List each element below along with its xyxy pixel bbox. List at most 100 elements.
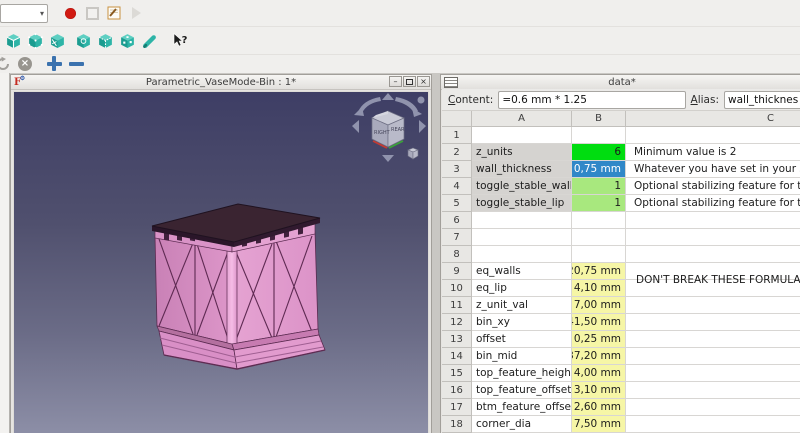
cell-A9[interactable]: eq_walls <box>472 263 572 280</box>
execute-macro-button[interactable] <box>125 2 147 24</box>
cell-B15[interactable]: 4,00 mm <box>572 365 626 382</box>
row-header-3[interactable]: 3 <box>442 161 472 178</box>
cell-A7[interactable] <box>472 229 572 246</box>
cell-A5[interactable]: toggle_stable_lip <box>472 195 572 212</box>
macro-combobox[interactable]: ▾ <box>0 4 48 23</box>
cell-B4[interactable]: 1 <box>572 178 626 195</box>
minimize-button[interactable]: – <box>389 76 402 87</box>
row-header-13[interactable]: 13 <box>442 331 472 348</box>
cell-B12[interactable]: 41,50 mm <box>572 314 626 331</box>
column-header-A[interactable]: A <box>472 111 572 127</box>
cell-B18[interactable]: 7,50 mm <box>572 416 626 433</box>
cell-A18[interactable]: corner_dia <box>472 416 572 433</box>
cell-B7[interactable] <box>572 229 626 246</box>
stop-macro-button[interactable] <box>81 2 103 24</box>
cell-C18[interactable] <box>626 416 800 433</box>
row-header-2[interactable]: 2 <box>442 144 472 161</box>
draw-style-shaded-button[interactable] <box>116 29 138 51</box>
row-header-17[interactable]: 17 <box>442 399 472 416</box>
remove-button[interactable] <box>65 53 87 75</box>
draw-style-no-shading-button[interactable] <box>94 29 116 51</box>
content-input[interactable] <box>498 91 685 109</box>
column-header-B[interactable]: B <box>572 111 626 127</box>
corner-header[interactable] <box>442 111 472 127</box>
alias-input[interactable] <box>724 91 800 109</box>
dock-panel-edge[interactable] <box>0 73 10 433</box>
add-button[interactable] <box>43 53 65 75</box>
close-button[interactable]: × <box>417 76 430 87</box>
cell-B10[interactable]: 4,10 mm <box>572 280 626 297</box>
cell-C1[interactable] <box>626 127 800 144</box>
row-header-9[interactable]: 9 <box>442 263 472 280</box>
cell-B3[interactable]: 0,75 mm <box>572 161 626 178</box>
cell-A14[interactable]: bin_mid <box>472 348 572 365</box>
cell-A6[interactable] <box>472 212 572 229</box>
cell-B9[interactable]: 20,75 mm <box>572 263 626 280</box>
cell-C17[interactable] <box>626 399 800 416</box>
cell-B8[interactable] <box>572 246 626 263</box>
draw-style-as-is-button[interactable] <box>2 29 24 51</box>
cell-A3[interactable]: wall_thickness <box>472 161 572 178</box>
cell-B2[interactable]: 6 <box>572 144 626 161</box>
row-header-11[interactable]: 11 <box>442 297 472 314</box>
row-header-8[interactable]: 8 <box>442 246 472 263</box>
cell-C7[interactable] <box>626 229 800 246</box>
cell-C15[interactable] <box>626 365 800 382</box>
cell-B16[interactable]: 3,10 mm <box>572 382 626 399</box>
edit-macro-button[interactable] <box>103 2 125 24</box>
row-header-16[interactable]: 16 <box>442 382 472 399</box>
cell-C2[interactable]: Minimum value is 2 <box>626 144 800 161</box>
cell-B11[interactable]: 7,00 mm <box>572 297 626 314</box>
cell-A1[interactable] <box>472 127 572 144</box>
maximize-button[interactable] <box>403 76 416 87</box>
viewport-titlebar[interactable]: F⚙ Parametric_VaseMode-Bin : 1* – × <box>11 75 431 90</box>
cell-C4[interactable]: Optional stabilizing feature for the sid… <box>626 178 800 195</box>
cell-A17[interactable]: btm_feature_offset <box>472 399 572 416</box>
column-header-C[interactable]: C <box>626 111 800 127</box>
cell-C14[interactable] <box>626 348 800 365</box>
draw-style-points-button[interactable] <box>24 29 46 51</box>
row-header-10[interactable]: 10 <box>442 280 472 297</box>
cell-B13[interactable]: 0,25 mm <box>572 331 626 348</box>
cell-A10[interactable]: eq_lip <box>472 280 572 297</box>
row-header-14[interactable]: 14 <box>442 348 472 365</box>
spreadsheet-titlebar[interactable]: data* <box>441 75 800 90</box>
cell-C12[interactable] <box>626 314 800 331</box>
row-header-15[interactable]: 15 <box>442 365 472 382</box>
cell-A13[interactable]: offset <box>472 331 572 348</box>
stop-button[interactable]: × <box>14 53 36 75</box>
refresh-button[interactable] <box>0 53 14 75</box>
cell-C3[interactable]: Whatever you have set in your slicer - T… <box>626 161 800 178</box>
cell-B6[interactable] <box>572 212 626 229</box>
cell-C13[interactable] <box>626 331 800 348</box>
3d-view[interactable]: RIGHT REAR <box>14 92 428 433</box>
row-header-7[interactable]: 7 <box>442 229 472 246</box>
cell-A16[interactable]: top_feature_offset <box>472 382 572 399</box>
row-header-4[interactable]: 4 <box>442 178 472 195</box>
cell-C8[interactable] <box>626 246 800 263</box>
navigation-cluster[interactable]: RIGHT REAR <box>350 92 428 170</box>
row-header-1[interactable]: 1 <box>442 127 472 144</box>
row-header-18[interactable]: 18 <box>442 416 472 433</box>
cell-C16[interactable] <box>626 382 800 399</box>
cell-B17[interactable]: 2,60 mm <box>572 399 626 416</box>
cell-A8[interactable] <box>472 246 572 263</box>
cell-B14[interactable]: 37,20 mm <box>572 348 626 365</box>
cell-C5[interactable]: Optional stabilizing feature for the top… <box>626 195 800 212</box>
cell-C6[interactable] <box>626 212 800 229</box>
record-macro-button[interactable] <box>59 2 81 24</box>
cell-B5[interactable]: 1 <box>572 195 626 212</box>
row-header-5[interactable]: 5 <box>442 195 472 212</box>
row-header-6[interactable]: 6 <box>442 212 472 229</box>
cell-A12[interactable]: bin_xy <box>472 314 572 331</box>
row-header-12[interactable]: 12 <box>442 314 472 331</box>
whats-this-button[interactable]: ? <box>169 29 191 51</box>
cell-A4[interactable]: toggle_stable_walls <box>472 178 572 195</box>
draw-style-wireframe-button[interactable] <box>46 29 68 51</box>
cell-B1[interactable] <box>572 127 626 144</box>
draw-style-hidden-line-button[interactable] <box>72 29 94 51</box>
edit-pen-button[interactable] <box>138 29 160 51</box>
cell-A15[interactable]: top_feature_height <box>472 365 572 382</box>
cell-A2[interactable]: z_units <box>472 144 572 161</box>
cell-A11[interactable]: z_unit_val <box>472 297 572 314</box>
